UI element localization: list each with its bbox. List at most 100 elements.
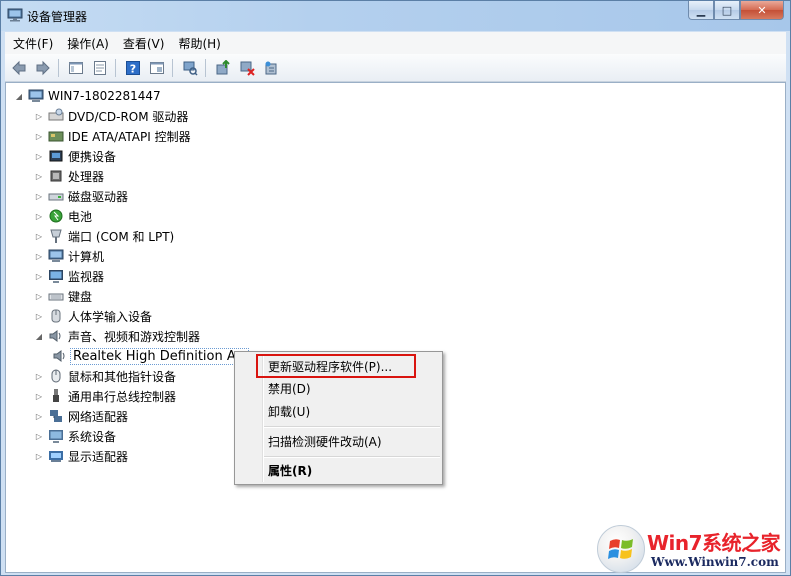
expand-arrow-icon[interactable]: ▷	[34, 191, 44, 201]
help-button[interactable]: ?	[123, 58, 143, 78]
close-button[interactable]: ✕	[740, 1, 784, 20]
tree-item-label: 声音、视频和游戏控制器	[68, 329, 201, 344]
watermark: Win7系统之家 Www.Winwin7.com	[597, 525, 787, 575]
tree-child-item[interactable]: Realtek High Definition Au	[52, 346, 250, 366]
expand-arrow-icon[interactable]: ▷	[34, 371, 44, 381]
tree-category[interactable]: ▷ 端口 (COM 和 LPT)	[34, 226, 174, 246]
device-tree-panel[interactable]: ◢ WIN7-1802281447 ▷ DVD/CD-ROM 驱动器 ▷ IDE AT…	[5, 82, 786, 573]
context-menu-separator	[264, 426, 440, 428]
context-menu-disable[interactable]: 禁用(D)	[268, 378, 311, 398]
expand-arrow-icon[interactable]: ▷	[34, 131, 44, 141]
expand-arrow-icon[interactable]: ▷	[34, 311, 44, 321]
uninstall-device-button[interactable]	[261, 58, 281, 78]
network-adapter-icon	[48, 408, 64, 424]
forward-button[interactable]	[33, 58, 53, 78]
expand-arrow-icon[interactable]: ▷	[34, 271, 44, 281]
window-title: 设备管理器	[27, 10, 88, 24]
menu-help[interactable]: 帮助(H)	[172, 35, 226, 52]
tree-category[interactable]: ▷ 通用串行总线控制器	[34, 386, 176, 406]
title-bar[interactable]: 设备管理器 ▁ □ ✕	[1, 1, 790, 31]
toolbar-separator	[205, 58, 206, 77]
expand-arrow-icon[interactable]: ▷	[34, 231, 44, 241]
dvd-drive-icon	[48, 108, 64, 124]
expand-arrow-icon[interactable]: ▷	[34, 451, 44, 461]
context-menu-scan-hardware[interactable]: 扫描检测硬件改动(A)	[268, 431, 382, 451]
ide-controller-icon	[48, 128, 64, 144]
expand-arrow-icon[interactable]: ▷	[34, 111, 44, 121]
port-icon	[48, 228, 64, 244]
tree-category[interactable]: ▷ IDE ATA/ATAPI 控制器	[34, 126, 191, 146]
device-manager-icon	[7, 8, 23, 22]
context-menu-uninstall[interactable]: 卸载(U)	[268, 401, 310, 421]
help-icon: ?	[126, 60, 140, 75]
show-hide-tree-button[interactable]	[66, 58, 86, 78]
hid-icon	[48, 308, 64, 324]
scan-hardware-button[interactable]	[180, 58, 200, 78]
maximize-button[interactable]: □	[714, 1, 740, 20]
toolbar-separator	[172, 58, 173, 77]
expand-arrow-icon[interactable]: ▷	[34, 211, 44, 221]
display-adapter-icon	[48, 448, 64, 464]
tree-category[interactable]: ▷ 网络适配器	[34, 406, 128, 426]
processor-icon	[48, 168, 64, 184]
battery-icon	[48, 208, 64, 224]
tree-root-label: WIN7-1802281447	[48, 89, 161, 103]
tree-item-label: DVD/CD-ROM 驱动器	[68, 109, 189, 124]
tree-item-label: 处理器	[68, 169, 105, 184]
back-arrow-icon	[12, 60, 26, 75]
menu-file[interactable]: 文件(F)	[7, 35, 59, 52]
collapse-arrow-icon[interactable]: ◢	[14, 91, 24, 101]
collapse-arrow-icon[interactable]: ◢	[34, 331, 44, 341]
tree-root[interactable]: ◢ WIN7-1802281447	[14, 86, 161, 106]
tree-item-label: Realtek High Definition Au	[70, 347, 250, 365]
context-menu-separator	[264, 456, 440, 458]
minimize-icon: ▁	[696, 3, 706, 17]
tree-category[interactable]: ▷ 计算机	[34, 246, 104, 266]
context-menu-label: 卸载(U)	[268, 404, 311, 419]
tree-category[interactable]: ▷ 显示适配器	[34, 446, 128, 466]
tree-category[interactable]: ▷ 鼠标和其他指针设备	[34, 366, 176, 386]
update-driver-software-button[interactable]	[213, 58, 233, 78]
tree-category[interactable]: ▷ 处理器	[34, 166, 104, 186]
minimize-button[interactable]: ▁	[688, 1, 714, 20]
usb-icon	[48, 388, 64, 404]
tree-category[interactable]: ▷ DVD/CD-ROM 驱动器	[34, 106, 188, 126]
properties-button[interactable]	[90, 58, 110, 78]
expand-arrow-icon[interactable]: ▷	[34, 251, 44, 261]
tree-category[interactable]: ▷ 监视器	[34, 266, 104, 286]
expand-arrow-icon[interactable]: ▷	[34, 291, 44, 301]
tree-item-label: 通用串行总线控制器	[68, 389, 177, 404]
context-menu-properties[interactable]: 属性(R)	[268, 460, 312, 480]
back-button[interactable]	[9, 58, 29, 78]
expand-arrow-icon[interactable]: ▷	[34, 171, 44, 181]
tree-item-label: 鼠标和其他指针设备	[68, 369, 177, 384]
tree-item-label: 监视器	[68, 269, 105, 284]
expand-arrow-icon[interactable]: ▷	[34, 391, 44, 401]
menu-view[interactable]: 查看(V)	[117, 35, 171, 52]
tree-item-label: 网络适配器	[68, 409, 129, 424]
tree-category[interactable]: ▷ 系统设备	[34, 426, 116, 446]
tree-category[interactable]: ▷ 电池	[34, 206, 92, 226]
tree-category[interactable]: ▷ 键盘	[34, 286, 92, 306]
expand-arrow-icon[interactable]: ▷	[34, 431, 44, 441]
update-driver-button[interactable]	[147, 58, 167, 78]
svg-text:?: ?	[130, 62, 136, 75]
tree-category[interactable]: ▷ 磁盘驱动器	[34, 186, 128, 206]
disable-device-icon	[240, 61, 255, 76]
expand-arrow-icon[interactable]: ▷	[34, 411, 44, 421]
expand-arrow-icon[interactable]: ▷	[34, 151, 44, 161]
tree-category[interactable]: ▷ 便携设备	[34, 146, 116, 166]
mouse-icon	[48, 368, 64, 384]
computer-icon	[28, 88, 44, 104]
tree-category[interactable]: ▷ 人体学输入设备	[34, 306, 152, 326]
disable-device-button[interactable]	[237, 58, 257, 78]
context-menu-label: 属性(R)	[268, 463, 313, 478]
tree-category[interactable]: ◢ 声音、视频和游戏控制器	[34, 326, 200, 346]
tree-item-label: 电池	[68, 209, 93, 224]
show-hide-tree-icon	[69, 61, 83, 74]
uninstall-device-icon	[265, 61, 277, 74]
scan-hardware-icon	[183, 61, 198, 76]
forward-arrow-icon	[36, 60, 50, 75]
tree-item-label: 人体学输入设备	[68, 309, 153, 324]
menu-action[interactable]: 操作(A)	[61, 35, 115, 52]
